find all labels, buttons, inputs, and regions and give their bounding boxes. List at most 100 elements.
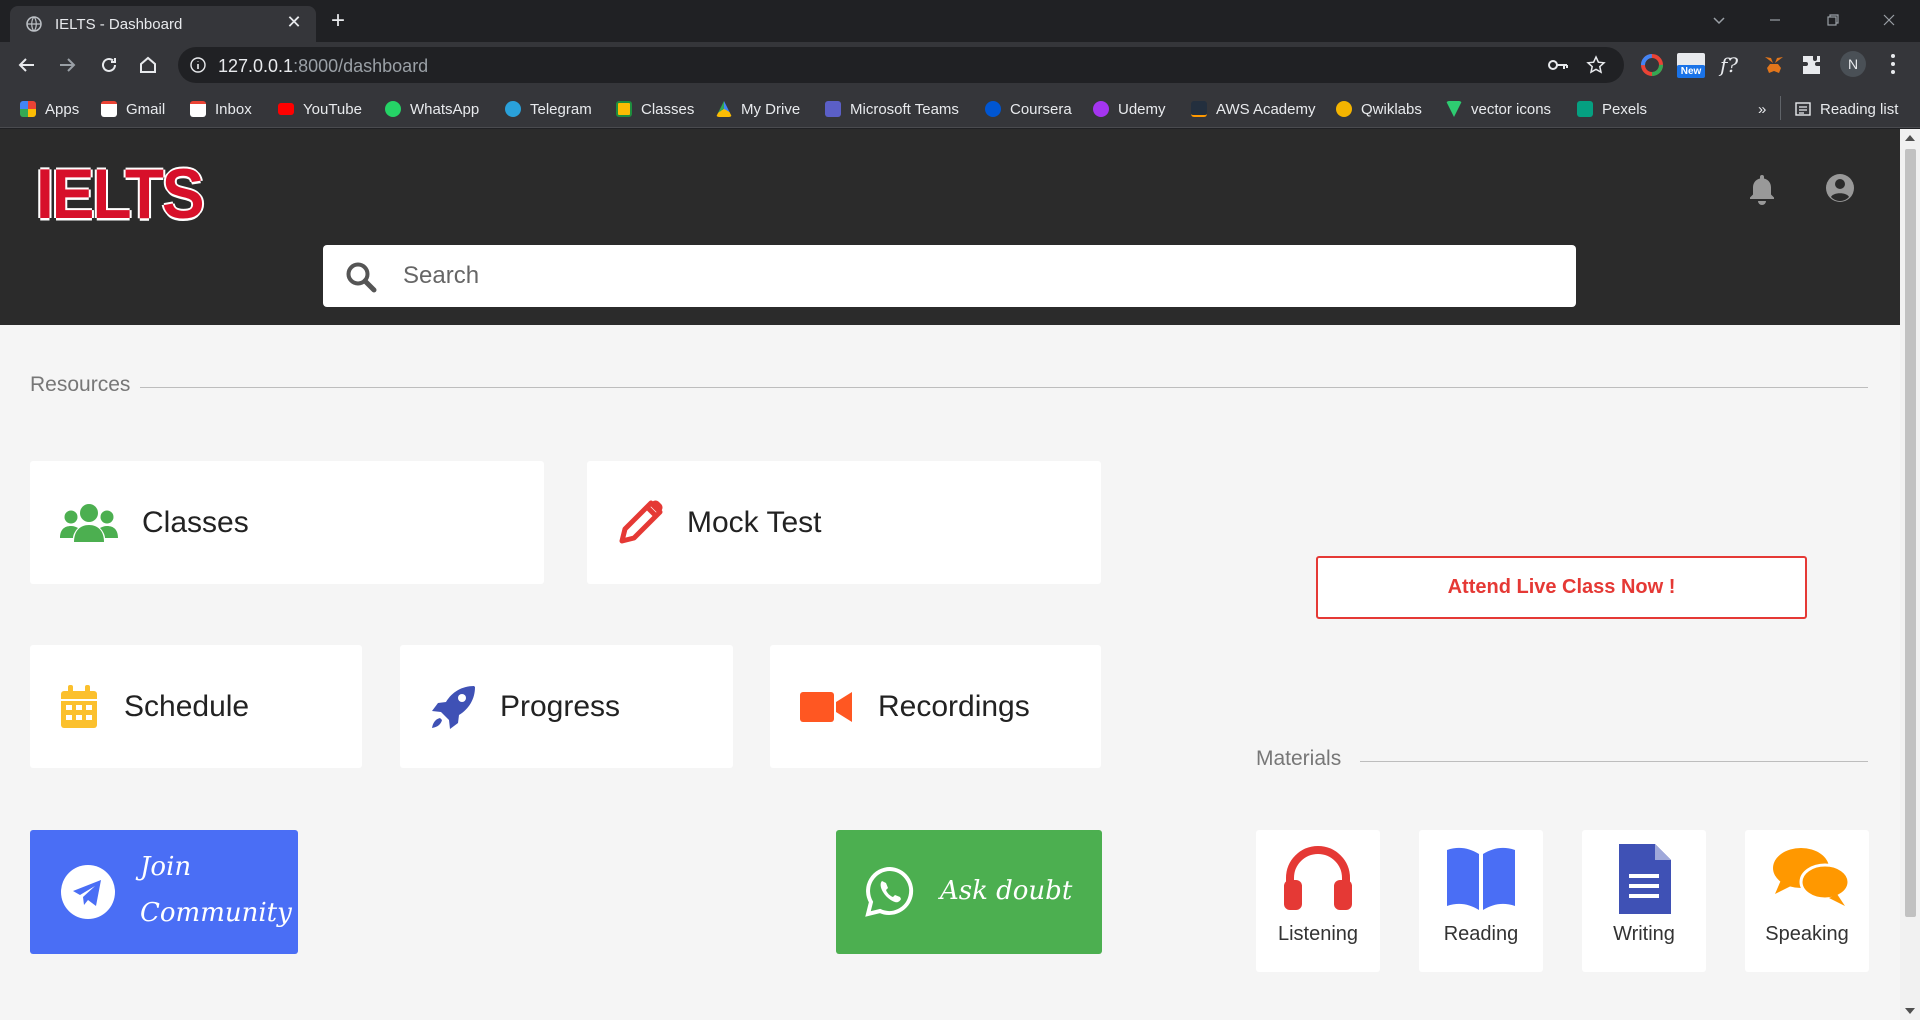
reading-label: Reading — [1443, 923, 1519, 945]
address-bar[interactable]: 127.0.0.1:8000/dashboard — [178, 47, 1624, 83]
apps-grid-icon — [20, 101, 36, 117]
bookmark-pexels[interactable]: Pexels — [1577, 98, 1647, 120]
ielts-logo[interactable]: IELTS — [36, 153, 205, 234]
materials-divider — [1360, 761, 1868, 762]
progress-card[interactable]: Progress — [400, 645, 733, 768]
telegram-icon — [61, 865, 115, 919]
bookmark-classes[interactable]: Classes — [616, 98, 694, 120]
rocket-icon — [432, 685, 475, 729]
coursera-icon — [985, 101, 1001, 117]
attend-live-class-button[interactable]: Attend Live Class Now ! — [1316, 556, 1807, 619]
reload-button[interactable] — [95, 51, 123, 79]
recordings-card[interactable]: Recordings — [770, 645, 1101, 768]
speaking-label: Speaking — [1765, 923, 1849, 945]
bookmark-aws-academy[interactable]: AWS Academy — [1191, 98, 1315, 120]
color-picker-extension-icon[interactable] — [1640, 53, 1664, 77]
materials-heading: Materials — [1256, 747, 1342, 770]
bookmark-coursera[interactable]: Coursera — [985, 98, 1072, 120]
url-text: 127.0.0.1:8000/dashboard — [218, 56, 429, 76]
udemy-icon — [1093, 101, 1109, 117]
more-menu-icon[interactable] — [1890, 53, 1896, 75]
progress-label: Progress — [500, 689, 621, 723]
restore-button[interactable] — [1810, 6, 1856, 34]
calendar-icon — [61, 684, 97, 728]
join-community-text: Join Community — [140, 852, 292, 928]
bookmark-whatsapp[interactable]: WhatsApp — [385, 98, 479, 120]
tab-title: IELTS - Dashboard — [55, 16, 183, 33]
arrow-left-icon — [18, 58, 34, 72]
whatsapp-icon — [385, 101, 401, 117]
bookmark-microsoft-teams[interactable]: Microsoft Teams — [825, 98, 959, 120]
vue-icon — [1446, 101, 1462, 117]
resources-heading: Resources — [30, 373, 131, 396]
bookmark-inbox[interactable]: Inbox — [190, 98, 252, 120]
search-input[interactable] — [403, 257, 1503, 295]
info-icon[interactable] — [190, 57, 206, 73]
close-window-button[interactable] — [1866, 6, 1912, 34]
new-tab-button[interactable]: + — [324, 8, 352, 36]
pexels-icon — [1577, 101, 1593, 117]
writing-label: Writing — [1613, 923, 1675, 945]
globe-icon — [26, 16, 42, 32]
recordings-label: Recordings — [878, 689, 1030, 723]
bookmarks-bar: Apps Gmail Inbox YouTube WhatsApp Telegr… — [0, 88, 1920, 128]
home-icon — [140, 56, 156, 73]
teams-icon — [825, 101, 841, 117]
classes-label: Classes — [142, 505, 249, 539]
mock-test-card[interactable]: Mock Test — [587, 461, 1101, 584]
classes-card[interactable]: Classes — [30, 461, 544, 584]
forward-button[interactable] — [53, 51, 81, 79]
gmail-icon — [101, 101, 117, 117]
join-community-button[interactable]: Join Community — [30, 830, 298, 954]
bookmark-youtube[interactable]: YouTube — [278, 98, 362, 120]
listening-card[interactable]: Listening — [1256, 830, 1380, 972]
user-circle-icon[interactable] — [1825, 173, 1855, 203]
bookmark-apps[interactable]: Apps — [20, 98, 79, 120]
search-icon[interactable] — [345, 261, 377, 293]
headphones-icon — [1284, 846, 1352, 910]
schedule-card[interactable]: Schedule — [30, 645, 362, 768]
reading-card[interactable]: Reading — [1419, 830, 1543, 972]
resources-divider — [140, 387, 1868, 388]
pencil-icon — [619, 500, 663, 543]
page-viewport: IELTS Resources Classes Mock Test Schedu… — [0, 129, 1900, 1020]
scroll-up-arrow[interactable] — [1905, 135, 1915, 141]
home-button[interactable] — [134, 51, 162, 79]
bookmark-my-drive[interactable]: My Drive — [716, 98, 800, 120]
bookmark-udemy[interactable]: Udemy — [1093, 98, 1166, 120]
reading-list-button[interactable]: Reading list — [1795, 98, 1898, 120]
star-icon[interactable] — [1586, 55, 1606, 75]
tab-active[interactable]: IELTS - Dashboard ✕ — [10, 6, 316, 42]
chat-bubbles-icon — [1773, 848, 1851, 906]
tab-search-icon[interactable] — [1696, 6, 1742, 34]
scroll-down-arrow[interactable] — [1905, 1008, 1915, 1014]
formula-extension-icon[interactable]: f? — [1720, 53, 1744, 77]
bookmark-vector-icons[interactable]: vector icons — [1446, 98, 1551, 120]
back-button[interactable] — [13, 51, 41, 79]
search-bar — [323, 245, 1576, 307]
page-scrollbar[interactable] — [1900, 129, 1920, 1020]
bookmark-telegram[interactable]: Telegram — [505, 98, 592, 120]
gmail-icon — [190, 101, 206, 117]
scroll-thumb[interactable] — [1905, 149, 1916, 917]
profile-avatar[interactable]: N — [1840, 51, 1866, 77]
speaking-card[interactable]: Speaking — [1745, 830, 1869, 972]
minimize-button[interactable] — [1752, 6, 1798, 34]
bookmark-gmail[interactable]: Gmail — [101, 98, 165, 120]
bookmarks-overflow[interactable]: » — [1758, 98, 1766, 120]
ask-doubt-button[interactable]: Ask doubt — [836, 830, 1102, 954]
bell-icon[interactable] — [1748, 173, 1776, 205]
telegram-icon — [505, 101, 521, 117]
metamask-fox-icon[interactable] — [1762, 53, 1786, 77]
google-drive-icon — [716, 101, 732, 117]
puzzle-extensions-icon[interactable] — [1800, 53, 1824, 77]
news-extension-icon[interactable]: New — [1677, 53, 1705, 78]
bookmark-qwiklabs[interactable]: Qwiklabs — [1336, 98, 1422, 120]
key-icon[interactable] — [1548, 56, 1568, 74]
aws-icon — [1191, 101, 1207, 117]
users-icon — [60, 503, 118, 542]
writing-card[interactable]: Writing — [1582, 830, 1706, 972]
site-header: IELTS — [0, 129, 1900, 325]
whatsapp-icon — [865, 866, 914, 917]
tab-close-icon[interactable]: ✕ — [284, 12, 304, 32]
